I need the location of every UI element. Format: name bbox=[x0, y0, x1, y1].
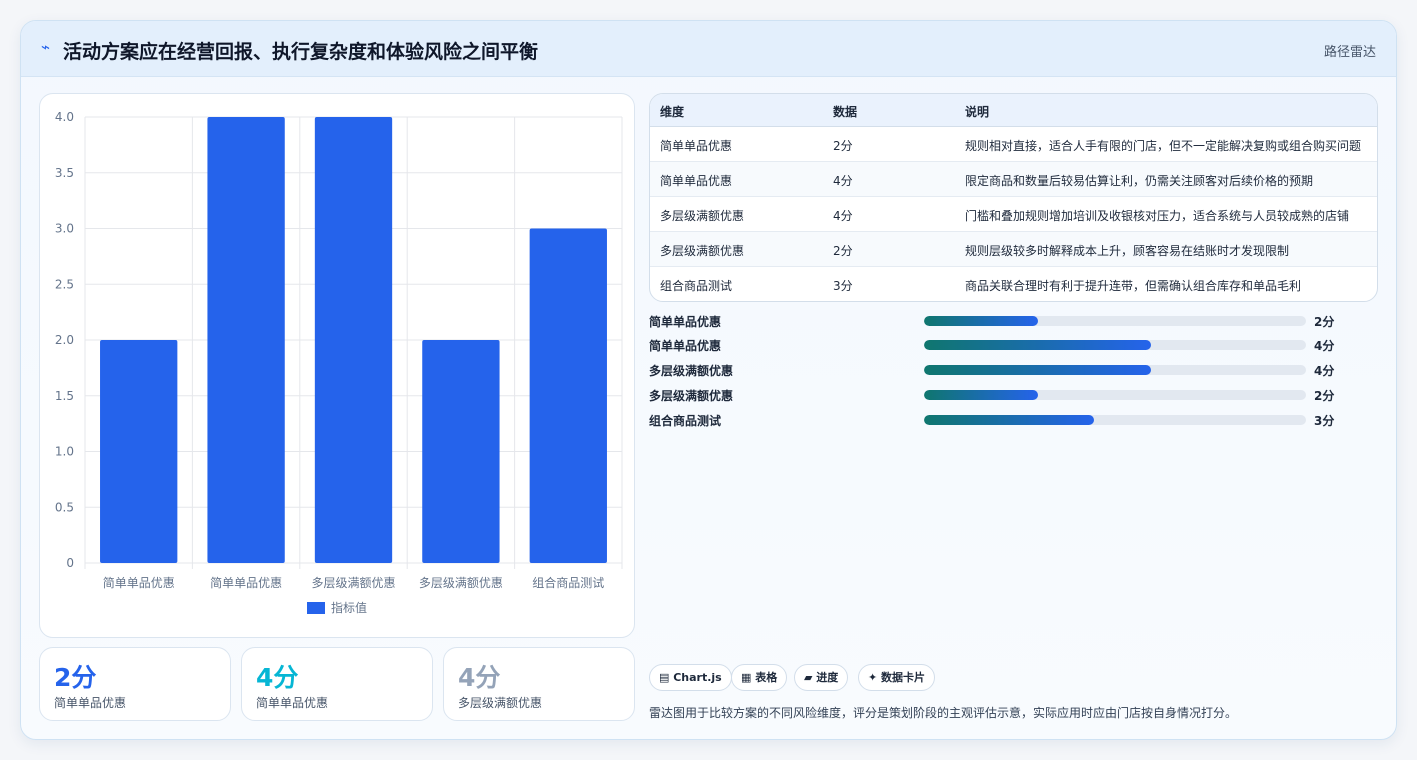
table-tag[interactable]: ▦ 表格 bbox=[731, 664, 788, 691]
column-header-dimension: 维度 bbox=[660, 105, 685, 119]
x-tick-label: 简单单品优惠 bbox=[103, 576, 175, 590]
cell-description: 商品关联合理时有利于提升连带，但需确认组合库存和单品毛利 bbox=[965, 279, 1302, 293]
table-row: 简单单品优惠 2分 规则相对直接，适合人手有限的门店，但不一定能解决复购或组合购… bbox=[650, 127, 1377, 162]
page-title: 活动方案应在经营回报、执行复杂度和体验风险之间平衡 bbox=[63, 41, 539, 63]
progress-track bbox=[924, 365, 1306, 375]
progress-fill bbox=[924, 340, 1152, 350]
x-tick-label: 组合商品测试 bbox=[532, 575, 604, 590]
y-tick-label: 3.0 bbox=[55, 222, 74, 236]
progress-track bbox=[924, 316, 1306, 326]
y-tick-label: 4.0 bbox=[55, 110, 74, 124]
legend-label: 指标值 bbox=[331, 600, 367, 615]
progress-fill bbox=[924, 365, 1152, 375]
stat-label: 多层级满额优惠 bbox=[458, 696, 543, 710]
progress-row: 组合商品测试 3分 bbox=[649, 410, 1349, 430]
main-card: ⌁ 活动方案应在经营回报、执行复杂度和体验风险之间平衡 路径雷达 0 0.5 1.0… bbox=[20, 20, 1397, 740]
y-tick-label: 1.0 bbox=[55, 445, 74, 459]
legend-swatch bbox=[307, 602, 325, 614]
cell-dimension: 简单单品优惠 bbox=[660, 139, 733, 153]
progress-value: 3分 bbox=[1314, 414, 1335, 428]
progress-label: 多层级满额优惠 bbox=[649, 364, 734, 378]
data-table: 维度 数据 说明 简单单品优惠 2分 规则相对直接，适合人手有限的门店，但不一定… bbox=[649, 93, 1378, 302]
bar-chart-card: 0 0.5 1.0 1.5 2.0 2.5 3.0 3.5 4.0 简单单品优惠 简单单品优惠 多层级… bbox=[39, 93, 635, 638]
progress-label: 组合商品测试 bbox=[649, 414, 722, 428]
stat-card-1: 2分 简单单品优惠 bbox=[39, 647, 231, 721]
stat-value: 4分 bbox=[256, 663, 299, 692]
x-tick-label: 多层级满额优惠 bbox=[311, 576, 395, 590]
cell-dimension: 多层级满额优惠 bbox=[660, 244, 745, 258]
progress-value: 2分 bbox=[1314, 315, 1335, 329]
cell-description: 规则相对直接，适合人手有限的门店，但不一定能解决复购或组合购买问题 bbox=[965, 139, 1362, 153]
progress-tag[interactable]: ▰ 进度 bbox=[794, 664, 849, 691]
table-row: 简单单品优惠 4分 限定商品和数量后较易估算让利，仍需关注顾客对后续价格的预期 bbox=[650, 162, 1377, 197]
progress-label: 简单单品优惠 bbox=[649, 315, 722, 329]
stat-card-3: 4分 多层级满额优惠 bbox=[443, 647, 635, 721]
cell-description: 规则层级较多时解释成本上升，顾客容易在结账时才发现限制 bbox=[965, 244, 1290, 258]
bolt-icon: ⌁ bbox=[41, 38, 51, 56]
stat-label: 简单单品优惠 bbox=[256, 696, 329, 710]
progress-row: 简单单品优惠 2分 bbox=[649, 311, 1349, 331]
progress-fill bbox=[924, 390, 1038, 400]
bar bbox=[422, 340, 500, 563]
bar bbox=[314, 117, 393, 563]
y-tick-label: 0.5 bbox=[55, 500, 74, 514]
progress-fill bbox=[924, 316, 1038, 326]
y-tick-label: 3.5 bbox=[55, 166, 74, 180]
progress-track bbox=[924, 340, 1306, 350]
progress-value: 4分 bbox=[1314, 364, 1335, 378]
progress-value: 4分 bbox=[1314, 339, 1335, 353]
cell-description: 门槛和叠加规则增加培训及收银核对压力，适合系统与人员较成熟的店铺 bbox=[965, 209, 1350, 223]
header-tag: 路径雷达 bbox=[1323, 45, 1376, 60]
cell-data: 3分 bbox=[833, 279, 853, 293]
progress-row: 多层级满额优惠 2分 bbox=[649, 385, 1349, 405]
progress-row: 简单单品优惠 4分 bbox=[649, 335, 1349, 355]
cell-data: 2分 bbox=[833, 139, 853, 153]
x-tick-label: 多层级满额优惠 bbox=[419, 576, 503, 590]
y-tick-label: 2.0 bbox=[55, 333, 74, 347]
y-tick-label: 2.5 bbox=[55, 277, 74, 291]
header: ⌁ 活动方案应在经营回报、执行复杂度和体验风险之间平衡 路径雷达 bbox=[21, 21, 1396, 77]
stat-value: 4分 bbox=[458, 663, 501, 692]
footnote: 雷达图用于比较方案的不同风险维度，评分是策划阶段的主观评估示意，实际应用时应由门… bbox=[649, 706, 1238, 720]
cell-dimension: 简单单品优惠 bbox=[660, 174, 733, 188]
progress-label: 多层级满额优惠 bbox=[649, 389, 734, 403]
stat-card-2: 4分 简单单品优惠 bbox=[241, 647, 433, 721]
stat-value: 2分 bbox=[54, 663, 97, 692]
progress-track bbox=[924, 390, 1306, 400]
column-header-data: 数据 bbox=[833, 105, 858, 119]
x-tick-label: 简单单品优惠 bbox=[210, 576, 282, 590]
progress-label: 简单单品优惠 bbox=[649, 339, 722, 353]
cell-dimension: 多层级满额优惠 bbox=[660, 209, 745, 223]
bar bbox=[529, 228, 607, 563]
y-tick-label: 1.5 bbox=[55, 389, 74, 403]
cell-data: 2分 bbox=[833, 244, 853, 258]
progress-track bbox=[924, 415, 1306, 425]
progress-row: 多层级满额优惠 4分 bbox=[649, 360, 1349, 380]
table-row: 组合商品测试 3分 商品关联合理时有利于提升连带，但需确认组合库存和单品毛利 bbox=[650, 267, 1377, 301]
data-card-tag[interactable]: ✦ 数据卡片 bbox=[858, 664, 936, 691]
table-header: 维度 数据 说明 bbox=[650, 94, 1377, 127]
cell-dimension: 组合商品测试 bbox=[660, 279, 733, 293]
column-header-description: 说明 bbox=[965, 105, 990, 119]
y-tick-label: 0 bbox=[66, 556, 74, 570]
chartjs-tag[interactable]: ▤ Chart.js bbox=[649, 664, 732, 691]
progress-fill bbox=[924, 415, 1095, 425]
table-row: 多层级满额优惠 2分 规则层级较多时解释成本上升，顾客容易在结账时才发现限制 bbox=[650, 232, 1377, 267]
cell-description: 限定商品和数量后较易估算让利，仍需关注顾客对后续价格的预期 bbox=[965, 174, 1314, 188]
bar-chart: 0 0.5 1.0 1.5 2.0 2.5 3.0 3.5 4.0 简单单品优惠 简单单品优惠 多层级… bbox=[55, 110, 623, 615]
cell-data: 4分 bbox=[833, 209, 853, 223]
progress-value: 2分 bbox=[1314, 389, 1335, 403]
table-row: 多层级满额优惠 4分 门槛和叠加规则增加培训及收银核对压力，适合系统与人员较成熟… bbox=[650, 197, 1377, 232]
bar bbox=[207, 117, 285, 563]
bar bbox=[100, 340, 178, 563]
stat-label: 简单单品优惠 bbox=[54, 696, 127, 710]
cell-data: 4分 bbox=[833, 174, 853, 188]
